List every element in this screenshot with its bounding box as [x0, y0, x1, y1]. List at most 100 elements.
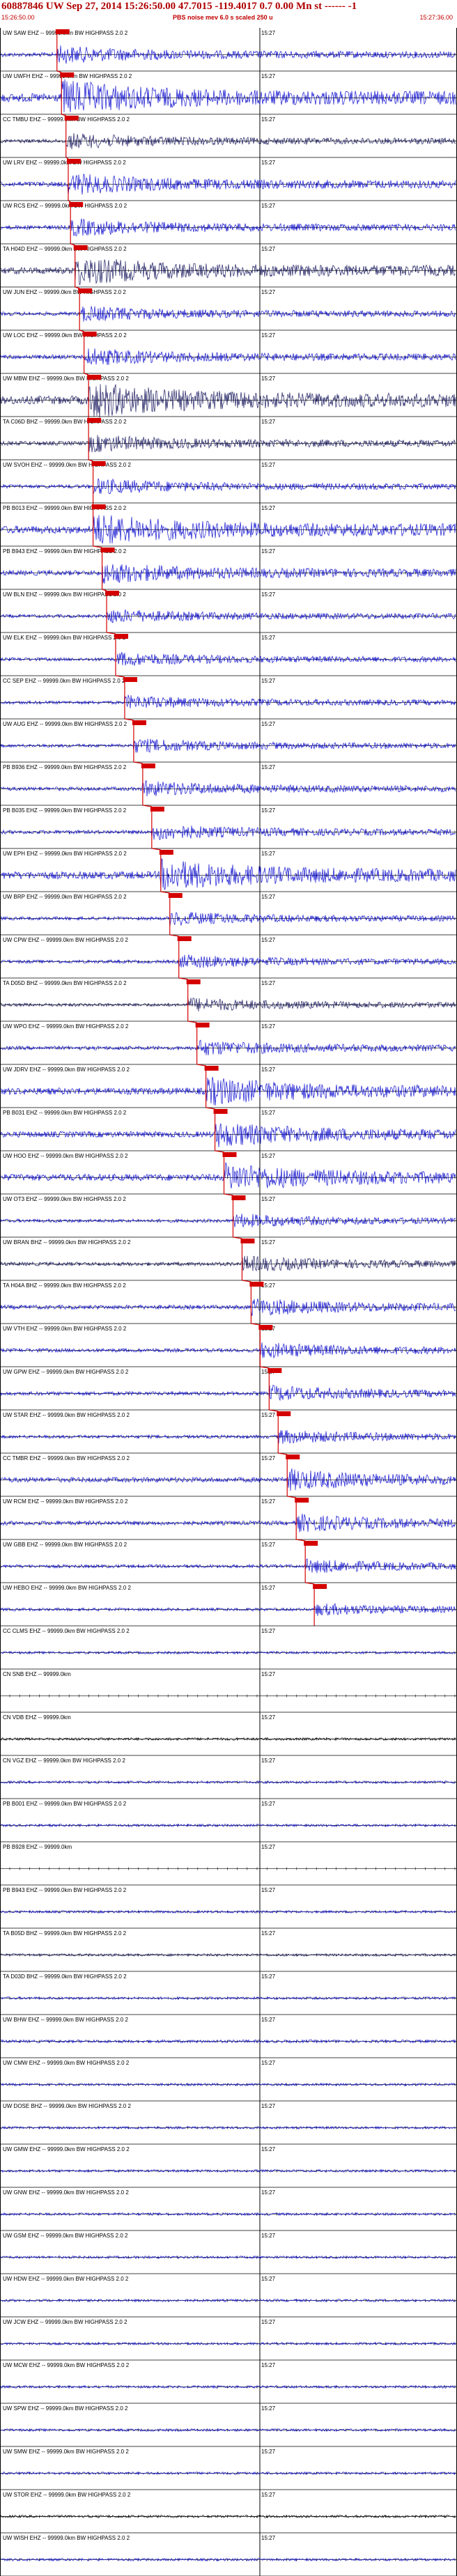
trace-label: PB B031 EHZ -- 99999.0km BW HIGHPASS 2.0…: [3, 1110, 127, 1116]
trace-label: UW ELK EHZ -- 99999.0km BW HIGHPASS 2.0 …: [3, 635, 126, 641]
trace-label: UW HEBO EHZ -- 99999.0km BW HIGHPASS 2.0…: [3, 1585, 131, 1591]
trace-label: UW MCW EHZ -- 99999.0km BW HIGHPASS 2.0 …: [3, 2362, 130, 2368]
minute-label: 15:27: [261, 807, 276, 814]
trace-label: UW GPW EHZ -- 99999.0km BW HIGHPASS 2.0 …: [3, 1369, 129, 1375]
minute-label: 15:27: [261, 1196, 276, 1202]
minute-label: 15:27: [261, 30, 276, 36]
minute-label: 15:27: [261, 1066, 276, 1073]
pick-marker: [168, 893, 183, 898]
minute-label: 15:27: [261, 1628, 276, 1634]
trace-label: UW EPH EHZ -- 99999.0km BW HIGHPASS 2.0 …: [3, 851, 127, 857]
minute-label: 15:27: [261, 160, 276, 166]
waveform: [0, 1384, 456, 1402]
pick-marker: [66, 159, 81, 164]
trace-label: CN VGZ EHZ -- 99999.0km BW HIGHPASS 2.0 …: [3, 1758, 125, 1764]
minute-label: 15:27: [261, 1110, 276, 1116]
trace-label: UW JUN EHZ -- 99999.0km BW HIGHPASS 2.0 …: [3, 289, 126, 295]
pick-marker: [73, 245, 88, 250]
trace-label: PB B928 EHZ -- 99999.0km: [3, 1844, 72, 1850]
minute-label: 15:27: [261, 1455, 276, 1461]
trace-label: UW GSM EHZ -- 99999.0km BW HIGHPASS 2.0 …: [3, 2233, 128, 2239]
minute-label: 15:27: [261, 2017, 276, 2023]
trace-label: UW BRAN BHZ -- 99999.0km BW HIGHPASS 2.0…: [3, 1239, 131, 1246]
minute-label: 15:27: [261, 375, 276, 382]
trace-label: UW SPW EHZ -- 99999.0km BW HIGHPASS 2.0 …: [3, 2405, 128, 2412]
trace-label: UW RCS EHZ -- 99999.0km BW HIGHPASS 2.0 …: [3, 203, 127, 209]
minute-label: 15:27: [261, 2103, 276, 2109]
trace-label: UW DOSE BHZ -- 99999.0km BW HIGHPASS 2.0…: [3, 2103, 131, 2109]
trace-label: TA C06D BHZ -- 99999.0km BW HIGHPASS 2.0…: [3, 419, 127, 425]
minute-label: 15:27: [261, 505, 276, 511]
minute-label: 15:27: [261, 1542, 276, 1548]
pick-marker: [295, 1498, 309, 1503]
trace-label: CC TMBR EHZ -- 99999.0km BW HIGHPASS 2.0…: [3, 1455, 130, 1461]
minute-label: 15:27: [261, 2405, 276, 2412]
trace-label: UW WPO EHZ -- 99999.0km BW HIGHPASS 2.0 …: [3, 1023, 129, 1030]
pick-marker: [114, 634, 128, 639]
minute-label: 15:27: [261, 2319, 276, 2325]
minute-label: 15:27: [261, 2233, 276, 2239]
minute-label: 15:27: [261, 332, 276, 339]
pick-marker: [100, 548, 115, 552]
minute-label: 15:27: [261, 1844, 276, 1850]
minute-label: 15:27: [261, 548, 276, 554]
pick-marker: [91, 504, 106, 509]
trace-label: CC SEP EHZ -- 99999.0km BW HIGHPASS 2.0 …: [3, 678, 125, 684]
minute-label: 15:27: [261, 635, 276, 641]
trace-label: UW LRV EHZ -- 99999.0km BW HIGHPASS 2.0 …: [3, 160, 126, 166]
pick-marker: [87, 418, 102, 423]
minute-label: 15:27: [261, 2449, 276, 2455]
pick-marker: [69, 202, 84, 207]
minute-label: 15:27: [261, 1153, 276, 1159]
minute-label: 15:27: [261, 1758, 276, 1764]
trace-label: TA D05D BHZ -- 99999.0km BW HIGHPASS 2.0…: [3, 980, 127, 986]
pick-marker: [91, 461, 106, 466]
pick-marker: [231, 1195, 246, 1200]
trace-label: UW MBW EHZ -- 99999.0km BW HIGHPASS 2.0 …: [3, 375, 129, 382]
minute-label: 15:27: [261, 1023, 276, 1030]
trace-label: CN SNB EHZ -- 99999.0km: [3, 1671, 71, 1677]
trace-label: UW STOR EHZ -- 99999.0km BW HIGHPASS 2.0…: [3, 2492, 131, 2498]
minute-label: 15:27: [261, 462, 276, 468]
minute-label: 15:27: [261, 419, 276, 425]
trace-label: UW SMW EHZ -- 99999.0km BW HIGHPASS 2.0 …: [3, 2449, 129, 2455]
minute-label: 15:27: [261, 289, 276, 295]
minute-label: 15:27: [261, 591, 276, 598]
seismogram-plot: UW SAW EHZ -- 99999.0km BW HIGHPASS 2.0 …: [0, 28, 457, 2576]
minute-label: 15:27: [261, 116, 276, 123]
pick-marker: [313, 1584, 327, 1589]
trace-label: UW CMW EHZ -- 99999.0km BW HIGHPASS 2.0 …: [3, 2060, 130, 2066]
pick-marker: [177, 936, 192, 941]
waveform: [0, 79, 456, 113]
pick-marker: [55, 29, 70, 34]
minute-label: 15:27: [261, 678, 276, 684]
pick-marker: [60, 72, 75, 77]
pick-marker: [78, 288, 93, 293]
pick-marker: [249, 1282, 264, 1287]
pick-marker: [277, 1411, 291, 1416]
trace-label: UW GNW EHZ -- 99999.0km BW HIGHPASS 2.0 …: [3, 2189, 129, 2196]
trace-label: PB B943 EHZ -- 99999.0km BW HIGHPASS 2.0…: [3, 1887, 127, 1893]
trace-label: PB B001 EHZ -- 99999.0km BW HIGHPASS 2.0…: [3, 1801, 127, 1807]
minute-label: 15:27: [261, 2276, 276, 2282]
minute-label: 15:27: [261, 2146, 276, 2152]
trace-label: UW WISH EHZ -- 99999.0km BW HIGHPASS 2.0…: [3, 2535, 130, 2541]
waveform: [0, 384, 456, 418]
trace-label: TA H04A BHZ -- 99999.0km BW HIGHPASS 2.0…: [3, 1282, 126, 1289]
trace-label: UW RCM EHZ -- 99999.0km BW HIGHPASS 2.0 …: [3, 1498, 128, 1505]
pick-marker: [159, 850, 173, 855]
pick-marker: [304, 1541, 318, 1546]
pick-marker: [186, 979, 201, 984]
trace-label: UW VTH EHZ -- 99999.0km BW HIGHPASS 2.0 …: [3, 1326, 127, 1332]
minute-label: 15:27: [261, 2060, 276, 2066]
trace-label: UW GBB EHZ -- 99999.0km BW HIGHPASS 2.0 …: [3, 1542, 127, 1548]
trace-label: PB B936 EHZ -- 99999.0km BW HIGHPASS 2.0…: [3, 764, 127, 770]
trace-label: PB B013 EHZ -- 99999.0km BW HIGHPASS 2.0…: [3, 505, 127, 511]
minute-label: 15:27: [261, 1930, 276, 1937]
minute-label: 15:27: [261, 980, 276, 986]
pick-marker: [82, 332, 97, 336]
pick-marker: [268, 1368, 282, 1373]
pick-marker: [64, 116, 79, 121]
pick-marker: [204, 1066, 219, 1071]
pick-marker: [150, 807, 164, 812]
